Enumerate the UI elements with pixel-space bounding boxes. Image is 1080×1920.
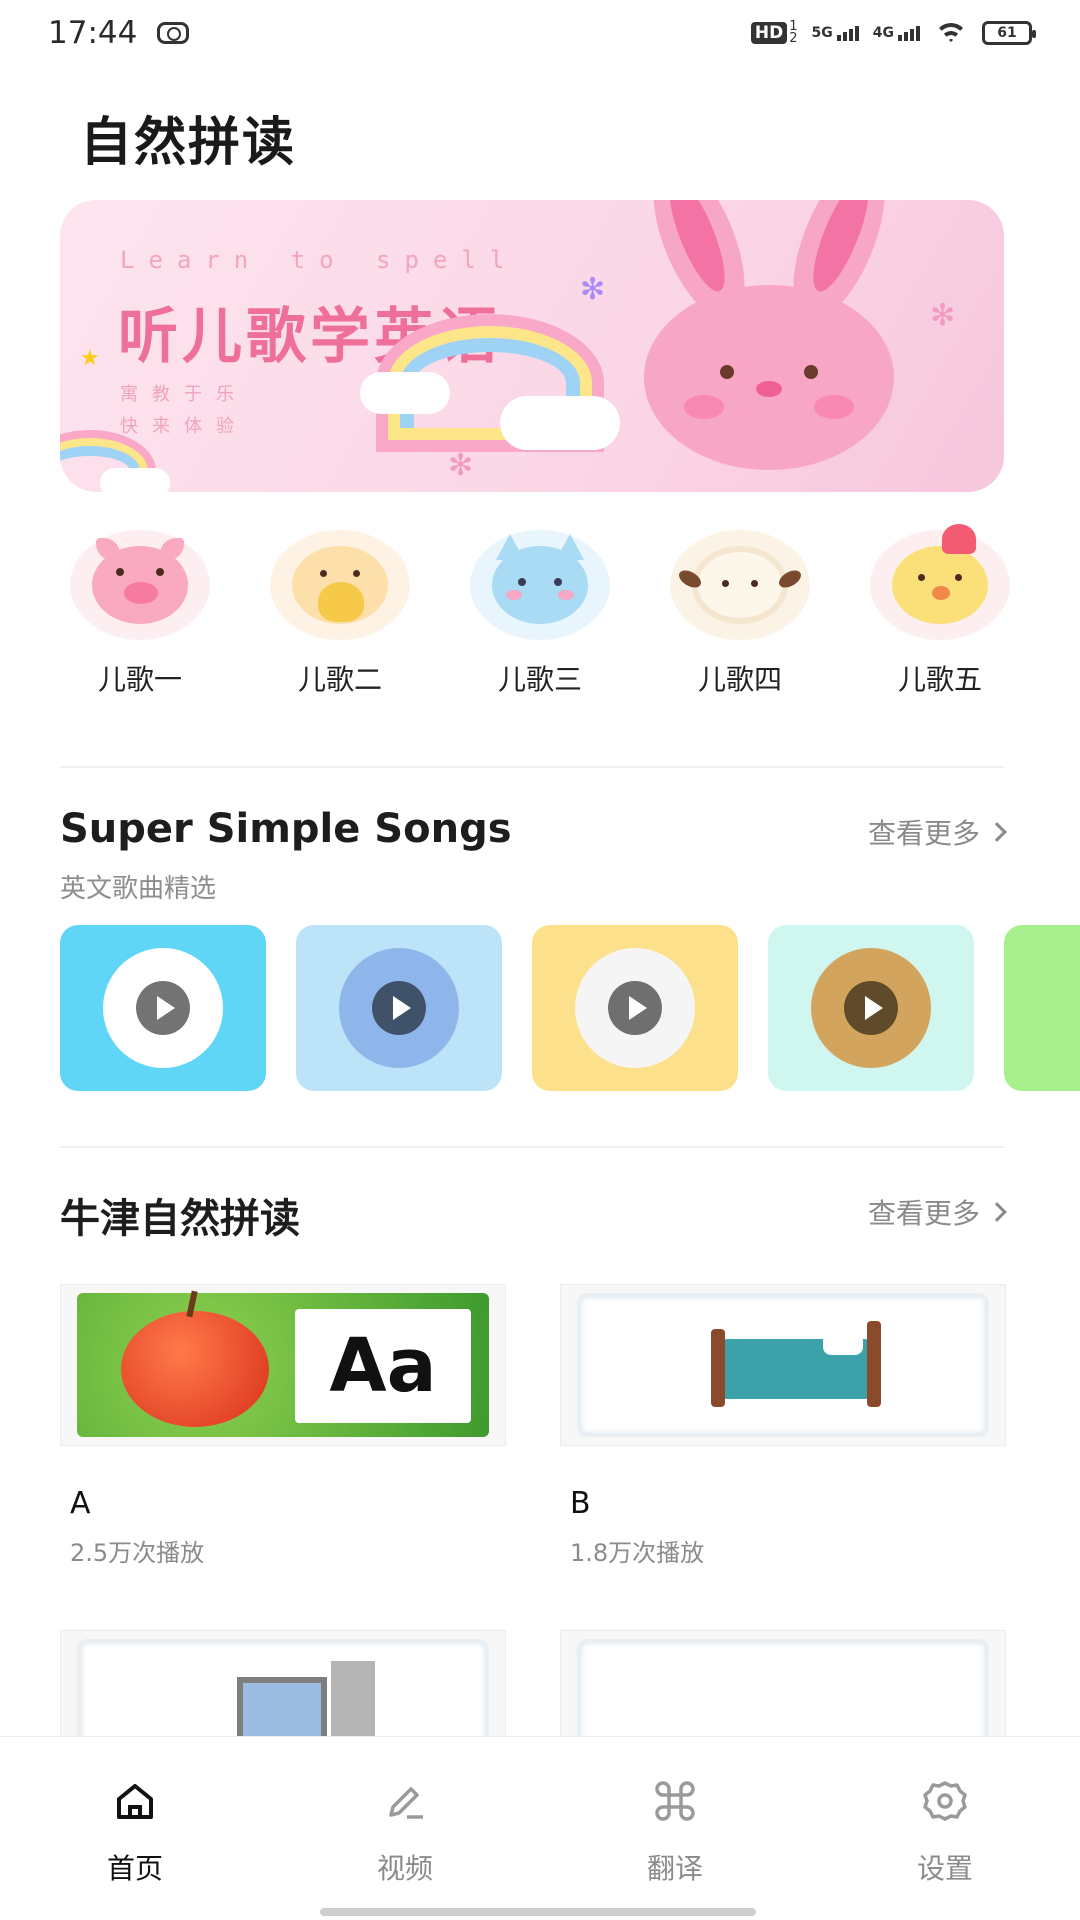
tab-settings[interactable]: 设置 (810, 1737, 1080, 1920)
bed-footboard (867, 1321, 881, 1407)
tab-label: 设置 (916, 1852, 973, 1885)
status-indicators: HD 1 2 5G 4G 61 (750, 20, 1036, 46)
song-card[interactable] (296, 925, 502, 1091)
net-label-5g: 5G (811, 25, 833, 41)
rooster-icon (870, 524, 1010, 640)
bottom-tab-bar: 首页 视频 翻译 设置 (0, 1736, 1080, 1920)
screen-record-icon (157, 22, 190, 44)
more-label: 查看更多 (867, 817, 980, 850)
lesson-card-b[interactable]: B 1.8万次播放 (560, 1284, 1006, 1568)
letter-card: Aa (295, 1309, 471, 1423)
lesson-thumbnail: Aa (60, 1284, 506, 1446)
songs-section-title: Super Simple Songs (60, 806, 512, 852)
gear-icon (921, 1777, 969, 1825)
sheep-icon (670, 530, 810, 640)
oxford-section-title: 牛津自然拼读 (60, 1196, 300, 1242)
flower-decoration-3: ✻ (930, 298, 956, 333)
home-icon (111, 1777, 159, 1825)
tab-home[interactable]: 首页 (0, 1737, 270, 1920)
lesson-letter: A (70, 1486, 91, 1521)
songs-carousel[interactable] (60, 925, 1080, 1091)
banner-subtitle: Learn to spell (120, 246, 519, 274)
song-card[interactable] (768, 925, 974, 1091)
category-label: 儿歌五 (897, 663, 982, 696)
category-label: 儿歌一 (97, 663, 182, 696)
signal-5g-icon: 5G (812, 25, 859, 41)
cat-icon (470, 530, 610, 640)
status-bar: 17:44 HD 1 2 5G 4G 61 (0, 0, 1080, 66)
category-item-1[interactable]: 儿歌一 (60, 530, 220, 698)
songs-more-link[interactable]: 查看更多 (867, 812, 1007, 852)
play-icon[interactable] (372, 981, 426, 1035)
lesson-thumbnail (560, 1284, 1006, 1446)
bed-pillow (823, 1333, 863, 1355)
promo-banner[interactable]: Learn to spell 听儿歌学英语 寓教于乐 快来体验 ✻ ✻ ✻ ★ (60, 200, 1004, 492)
hd-badge: HD (750, 22, 788, 44)
signal-4g-icon: 4G (873, 25, 920, 41)
flower-decoration: ✻ (580, 272, 606, 307)
play-icon[interactable] (844, 981, 898, 1035)
category-label: 儿歌三 (497, 663, 582, 696)
bed-headboard (711, 1329, 725, 1407)
cloud-decoration-2 (500, 396, 620, 450)
category-item-3[interactable]: 儿歌三 (460, 530, 620, 698)
tab-translate[interactable]: 翻译 (540, 1737, 810, 1920)
category-item-5[interactable]: 儿歌五 (860, 524, 1020, 698)
banner-line-1: 寓教于乐 (120, 384, 248, 405)
chevron-right-icon (987, 1202, 1007, 1222)
net-label-4g: 4G (872, 25, 894, 41)
category-item-4[interactable]: 儿歌四 (660, 530, 820, 698)
category-label: 儿歌四 (697, 663, 782, 696)
section-divider (60, 1146, 1004, 1148)
section-divider (60, 766, 1004, 768)
battery-icon: 61 (982, 21, 1036, 45)
bunny-illustration (634, 200, 904, 470)
cloud-decoration (360, 372, 450, 414)
lesson-card-a[interactable]: Aa A 2.5万次播放 (60, 1284, 506, 1568)
pencil-icon (381, 1777, 429, 1825)
songs-section-subtitle: 英文歌曲精选 (60, 874, 217, 904)
lesson-letter: B (570, 1486, 591, 1521)
play-icon[interactable] (608, 981, 662, 1035)
more-label: 查看更多 (867, 1197, 980, 1230)
play-icon[interactable] (136, 981, 190, 1035)
cloud-decoration-3 (100, 468, 170, 492)
oxford-more-link[interactable]: 查看更多 (867, 1192, 1007, 1232)
tab-label: 翻译 (646, 1852, 703, 1885)
pig-icon (70, 530, 210, 640)
category-label: 儿歌二 (297, 663, 382, 696)
song-card[interactable] (60, 925, 266, 1091)
command-icon (651, 1777, 699, 1825)
star-decoration: ★ (80, 346, 100, 371)
lesson-play-count: 2.5万次播放 (70, 1539, 205, 1567)
category-row: 儿歌一 儿歌二 儿歌三 儿歌四 儿歌五 (60, 524, 1020, 698)
wifi-icon (934, 21, 968, 45)
song-card[interactable] (1004, 925, 1080, 1091)
status-time: 17:44 (48, 15, 138, 51)
tab-label: 视频 (376, 1852, 433, 1885)
tab-video[interactable]: 视频 (270, 1737, 540, 1920)
page-title: 自然拼读 (80, 113, 297, 173)
tab-label: 首页 (106, 1852, 163, 1885)
chevron-right-icon (987, 822, 1007, 842)
hd-sub-bottom: 2 (789, 31, 798, 46)
lesson-play-count: 1.8万次播放 (570, 1539, 705, 1567)
banner-line-2: 快来体验 (120, 416, 248, 437)
home-indicator[interactable] (320, 1908, 756, 1916)
apple-illustration (121, 1311, 269, 1427)
flower-decoration-2: ✻ (448, 448, 474, 483)
hd-voice-icon: HD 1 2 (750, 20, 798, 46)
chick-icon (270, 530, 410, 640)
song-card[interactable] (532, 925, 738, 1091)
category-item-2[interactable]: 儿歌二 (260, 530, 420, 698)
